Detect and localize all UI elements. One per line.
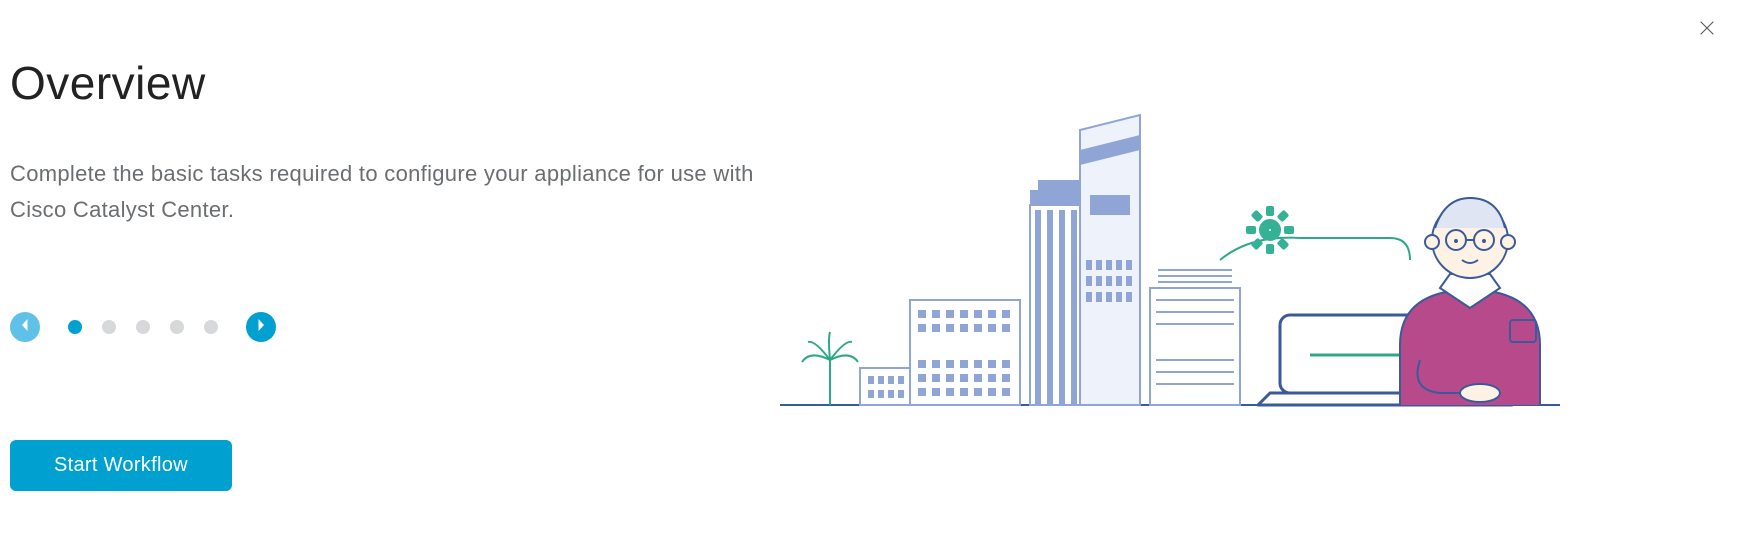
building-4-icon — [1080, 115, 1140, 405]
building-5-icon — [1150, 270, 1240, 405]
carousel-dot-3[interactable] — [136, 320, 150, 334]
page-title: Overview — [10, 56, 790, 110]
carousel-dot-2[interactable] — [102, 320, 116, 334]
start-workflow-button[interactable]: Start Workflow — [10, 440, 232, 491]
chevron-left-icon — [20, 318, 30, 337]
carousel-pager — [10, 312, 276, 342]
close-button[interactable] — [1695, 18, 1719, 42]
carousel-dot-4[interactable] — [170, 320, 184, 334]
building-2-icon — [910, 300, 1020, 405]
carousel-dots — [68, 320, 218, 334]
gear-icon — [1246, 206, 1294, 254]
overview-panel: Overview Complete the basic tasks requir… — [10, 56, 790, 229]
carousel-dot-1[interactable] — [68, 320, 82, 334]
carousel-prev-button[interactable] — [10, 312, 40, 342]
carousel-dot-5[interactable] — [204, 320, 218, 334]
chevron-right-icon — [256, 318, 266, 337]
person-icon — [1400, 198, 1540, 405]
hero-illustration — [780, 110, 1560, 420]
close-icon — [1698, 19, 1716, 42]
carousel-next-button[interactable] — [246, 312, 276, 342]
page-description: Complete the basic tasks required to con… — [10, 156, 770, 229]
palm-tree-icon — [802, 332, 858, 405]
